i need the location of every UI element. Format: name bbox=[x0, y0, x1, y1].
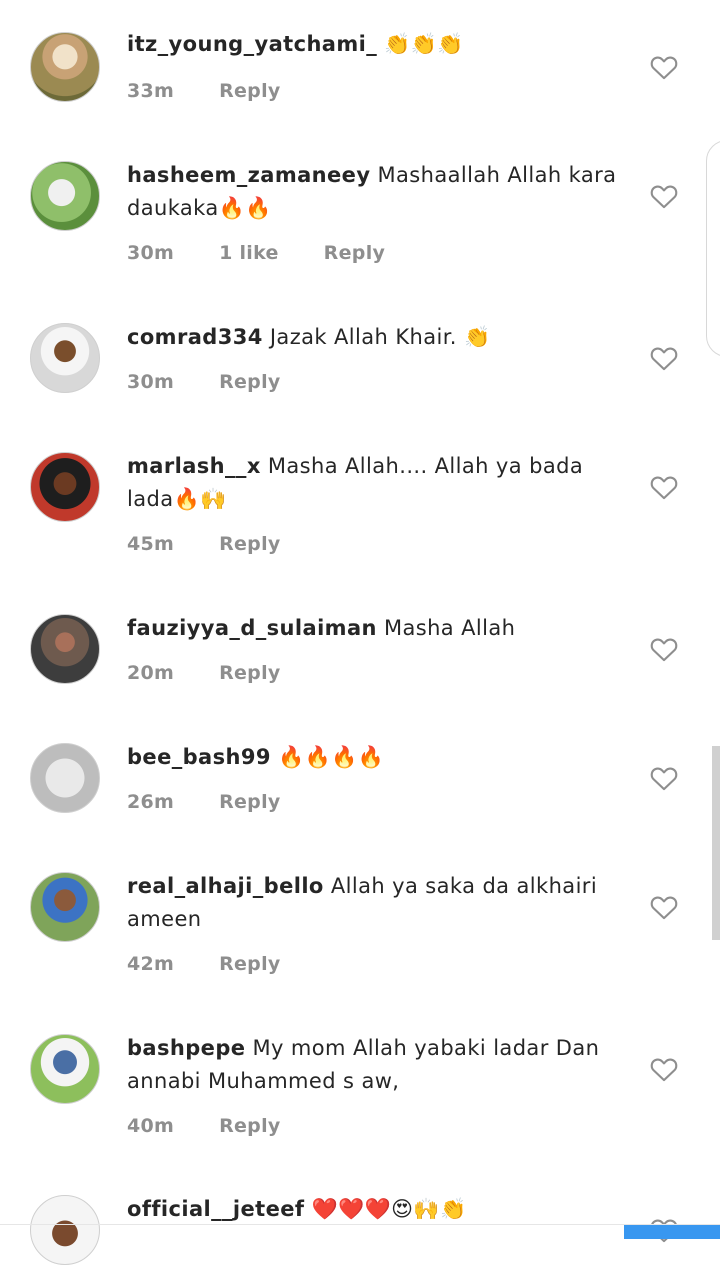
comment-meta: 30m Reply bbox=[127, 371, 319, 393]
comment-time: 40m bbox=[127, 1115, 175, 1137]
avatar[interactable] bbox=[30, 743, 100, 813]
comment-meta: 30m 1 like Reply bbox=[127, 242, 423, 264]
comment-body: Jazak Allah Khair. 👏 bbox=[269, 325, 491, 349]
heart-outline-icon[interactable] bbox=[650, 636, 678, 662]
comment-meta: 45m Reply bbox=[127, 533, 319, 555]
comment-username[interactable]: fauziyya_d_sulaiman bbox=[127, 616, 377, 640]
comment-body: 👏👏👏 bbox=[384, 32, 464, 56]
heart-outline-icon[interactable] bbox=[650, 765, 678, 791]
reply-button[interactable]: Reply bbox=[219, 371, 281, 393]
comment-body: ❤️❤️❤️😍🙌👏 bbox=[311, 1197, 467, 1221]
comment-username[interactable]: bee_bash99 bbox=[127, 745, 271, 769]
avatar[interactable] bbox=[30, 1034, 100, 1104]
heart-outline-icon[interactable] bbox=[650, 54, 678, 80]
reply-button[interactable]: Reply bbox=[219, 662, 281, 684]
comment-text-block: comrad334 Jazak Allah Khair. 👏 bbox=[127, 321, 622, 354]
reply-button[interactable]: Reply bbox=[219, 791, 281, 813]
comment-text-block: itz_young_yatchami_ 👏👏👏 bbox=[127, 28, 622, 61]
reply-button[interactable]: Reply bbox=[219, 80, 281, 102]
reply-button[interactable]: Reply bbox=[219, 953, 281, 975]
comment-meta: 33m Reply bbox=[127, 80, 319, 102]
heart-outline-icon[interactable] bbox=[650, 894, 678, 920]
comment-text-block: bee_bash99 🔥🔥🔥🔥 bbox=[127, 741, 622, 774]
comment-meta: 26m Reply bbox=[127, 791, 319, 813]
avatar[interactable] bbox=[30, 1195, 100, 1265]
comment-username[interactable]: comrad334 bbox=[127, 325, 263, 349]
comment-text-block: hasheem_zamaneey Mashaallah Allah kara d… bbox=[127, 159, 622, 225]
avatar[interactable] bbox=[30, 32, 100, 102]
comment-body: Masha Allah bbox=[383, 616, 516, 640]
comment-username[interactable]: hasheem_zamaneey bbox=[127, 163, 370, 187]
scrollbar[interactable] bbox=[712, 746, 720, 940]
post-button[interactable] bbox=[624, 1225, 720, 1239]
comment-meta: 20m Reply bbox=[127, 662, 319, 684]
like-count[interactable]: 1 like bbox=[219, 242, 279, 264]
comment-time: 30m bbox=[127, 242, 175, 264]
comment-username[interactable]: official__jeteef bbox=[127, 1197, 304, 1221]
reply-button[interactable]: Reply bbox=[219, 1115, 281, 1137]
heart-outline-icon[interactable] bbox=[650, 345, 678, 371]
comment-username[interactable]: real_alhaji_bello bbox=[127, 874, 324, 898]
avatar[interactable] bbox=[30, 872, 100, 942]
comment-username[interactable]: marlash__x bbox=[127, 454, 261, 478]
reply-button[interactable]: Reply bbox=[324, 242, 386, 264]
comment-time: 42m bbox=[127, 953, 175, 975]
comment-text-block: official__jeteef ❤️❤️❤️😍🙌👏 bbox=[127, 1193, 622, 1226]
comment-text-block: marlash__x Masha Allah.... Allah ya bada… bbox=[127, 450, 622, 516]
avatar[interactable] bbox=[30, 614, 100, 684]
comment-username[interactable]: bashpepe bbox=[127, 1036, 245, 1060]
comment-time: 45m bbox=[127, 533, 175, 555]
comment-meta: 42m Reply bbox=[127, 953, 319, 975]
comment-body: 🔥🔥🔥🔥 bbox=[277, 745, 385, 769]
heart-outline-icon[interactable] bbox=[650, 183, 678, 209]
edge-card bbox=[706, 140, 720, 357]
comment-time: 20m bbox=[127, 662, 175, 684]
avatar[interactable] bbox=[30, 452, 100, 522]
comment-text-block: fauziyya_d_sulaiman Masha Allah bbox=[127, 612, 622, 645]
comment-time: 26m bbox=[127, 791, 175, 813]
comment-time: 33m bbox=[127, 80, 175, 102]
avatar[interactable] bbox=[30, 161, 100, 231]
comment-meta: 40m Reply bbox=[127, 1115, 319, 1137]
divider bbox=[0, 1224, 720, 1225]
reply-button[interactable]: Reply bbox=[219, 533, 281, 555]
comment-username[interactable]: itz_young_yatchami_ bbox=[127, 32, 377, 56]
heart-outline-icon[interactable] bbox=[650, 474, 678, 500]
comment-time: 30m bbox=[127, 371, 175, 393]
avatar[interactable] bbox=[30, 323, 100, 393]
comment-text-block: real_alhaji_bello Allah ya saka da alkha… bbox=[127, 870, 622, 936]
heart-outline-icon[interactable] bbox=[650, 1056, 678, 1082]
comment-text-block: bashpepe My mom Allah yabaki ladar Dan a… bbox=[127, 1032, 622, 1098]
